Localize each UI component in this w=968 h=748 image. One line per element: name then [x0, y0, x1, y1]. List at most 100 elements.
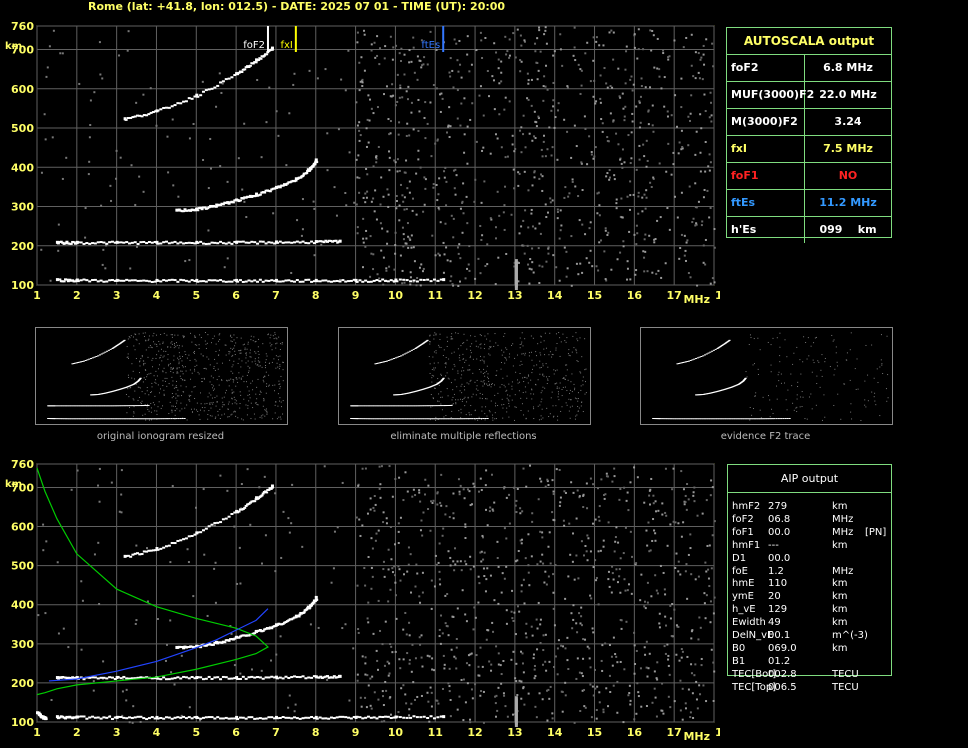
trace-point	[155, 547, 159, 551]
aip-value: 00.1	[768, 630, 791, 641]
x-tick-label: 7	[272, 726, 280, 739]
aip-row: D1 00.0	[732, 552, 890, 565]
aip-value: 129	[768, 604, 788, 616]
x-tick-label: 11	[428, 726, 443, 739]
trace-point	[235, 198, 239, 202]
trace-point	[274, 675, 278, 679]
y-tick-label: 100	[11, 716, 34, 729]
y-axis-label: km	[5, 41, 22, 52]
trace-point	[314, 595, 318, 599]
ionogram-bottom-plot: 1234567891011121314151617MHz181002003004…	[5, 458, 720, 743]
trace-point	[442, 278, 446, 282]
trace-point	[75, 240, 79, 244]
autoscala-value: 6.8 MHz	[823, 61, 873, 74]
autoscala-label: M(3000)F2	[727, 109, 805, 135]
aip-row: h_vE 129 km	[732, 603, 890, 616]
trace-point	[294, 177, 298, 181]
y-tick-label: 200	[11, 677, 34, 690]
y-tick-label: 400	[11, 161, 34, 174]
autoscala-row: h'Es 099 km	[727, 217, 891, 243]
trace-point	[215, 640, 219, 644]
x-axis-label: MHz	[683, 730, 710, 743]
x-tick-label: 4	[153, 289, 161, 302]
trace-point	[394, 715, 398, 719]
trace-point	[155, 278, 159, 282]
x-tick-label: 12	[467, 289, 482, 302]
x-tick-label: 16	[627, 289, 643, 302]
trace-point	[255, 58, 259, 62]
autoscala-row: foF1 NO	[727, 163, 891, 190]
aip-value: 20	[768, 591, 781, 603]
marker-label: fxI	[280, 40, 292, 51]
trace-point	[235, 635, 239, 639]
y-tick-label: 300	[11, 201, 34, 214]
trace-point	[195, 715, 199, 719]
marker-label: foF2	[243, 40, 265, 51]
aip-value: 279	[768, 501, 788, 512]
autoscala-label: foF2	[727, 55, 805, 81]
trace-point	[235, 715, 239, 719]
aip-value: 069.0	[768, 642, 797, 654]
y-tick-label: 100	[11, 279, 34, 292]
aip-row: ymE 20 km	[732, 590, 890, 603]
autoscala-value: 099 km	[819, 223, 877, 236]
aip-value: 002.8	[768, 668, 797, 680]
aip-unit: MHz	[832, 565, 854, 577]
trace-point	[175, 208, 179, 212]
aip-unit: km	[832, 501, 848, 512]
aip-unit: MHz	[832, 526, 854, 538]
x-tick-label: 18	[715, 726, 720, 739]
x-tick-label: 4	[153, 726, 161, 739]
autoscala-row: foF2 6.8 MHz	[727, 55, 891, 82]
aip-name: hmF2	[732, 501, 761, 512]
aip-title: AIP output	[728, 465, 891, 493]
autoscala-value: 3.24	[834, 115, 862, 128]
trace-point	[442, 715, 446, 719]
x-tick-label: 13	[507, 289, 522, 302]
x-tick-label: 6	[232, 726, 240, 739]
trace-point	[195, 676, 199, 680]
trace-point	[270, 484, 274, 488]
trace-point	[274, 715, 278, 719]
trace-point	[314, 715, 318, 719]
trace-point	[314, 240, 318, 244]
trace-point	[235, 509, 239, 513]
aip-row: foF2 06.8 MHz	[732, 513, 890, 526]
autoscala-value: NO	[838, 169, 858, 182]
x-tick-label: 7	[272, 289, 280, 302]
y-tick-label: 600	[11, 83, 34, 96]
trace-point	[115, 240, 119, 244]
marker-label: ftEs	[421, 40, 440, 51]
aip-extra: [PN]	[865, 526, 887, 538]
aip-panel: AIP output hmF2 279 km foF2 06.8 MHz foF1 00.0 M…	[727, 464, 892, 693]
trace-point	[235, 240, 239, 244]
aip-row: DelN_vE 00.1 m^(-3)	[732, 629, 890, 642]
aip-unit: km	[832, 539, 848, 551]
x-tick-label: 8	[312, 726, 320, 739]
autoscala-label: MUF(3000)F2	[727, 82, 814, 108]
trace-point	[294, 614, 298, 618]
aip-name: Ewidth	[732, 617, 766, 629]
x-tick-label: 13	[507, 726, 522, 739]
y-tick-label: 200	[11, 240, 34, 253]
x-tick-label: 6	[232, 289, 240, 302]
aip-unit: km	[832, 591, 848, 603]
aip-row: TEC[Top] 006.5 TECU	[732, 681, 890, 694]
trace-point	[270, 46, 274, 50]
thumbnail-caption: eliminate multiple reflections	[390, 431, 537, 442]
autoscala-label: foF1	[727, 163, 805, 189]
trace-point	[255, 629, 259, 633]
noise	[37, 464, 716, 727]
trace-point	[306, 605, 310, 609]
trace-point	[123, 117, 127, 121]
trace-point	[195, 278, 199, 282]
x-tick-label: 15	[587, 726, 602, 739]
aip-value: 00.0	[768, 526, 791, 538]
trace-point	[274, 240, 278, 244]
trace-point	[394, 278, 398, 282]
aip-row: hmF2 279 km	[732, 500, 890, 513]
trace-point	[314, 278, 318, 282]
autoscala-label: h'Es	[727, 217, 805, 243]
aip-value: 00.0	[768, 552, 791, 564]
trace-point	[75, 278, 79, 282]
